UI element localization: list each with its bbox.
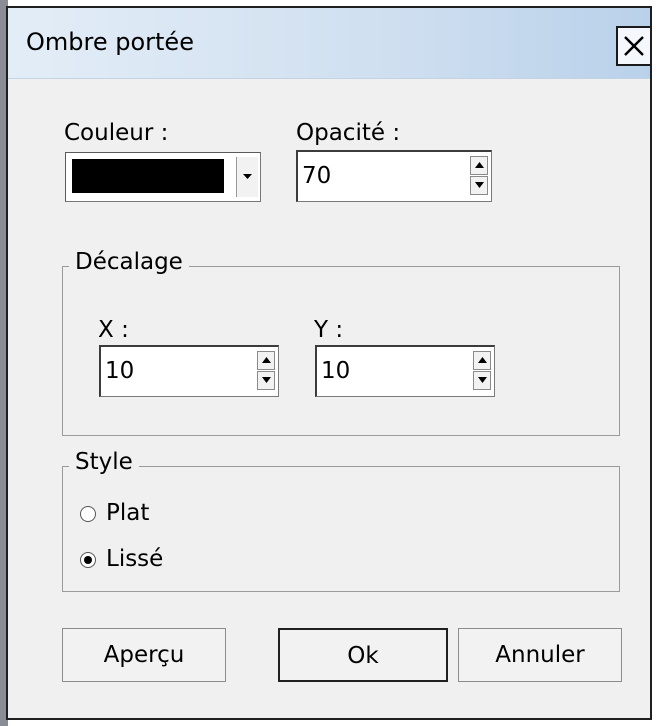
decalage-group: Décalage X : 10 Y : 10 — [62, 249, 620, 436]
y-increment-button[interactable] — [473, 351, 491, 370]
arrow-down-icon — [478, 377, 487, 383]
arrow-up-icon — [262, 357, 271, 363]
y-spinbox[interactable]: 10 — [315, 345, 495, 397]
x-value[interactable]: 10 — [105, 358, 134, 384]
opacite-spinbox[interactable]: 70 — [296, 150, 492, 202]
style-legend: Style — [69, 449, 139, 475]
annuler-button[interactable]: Annuler — [458, 628, 622, 682]
color-swatch — [72, 159, 224, 193]
dropdown-button[interactable] — [236, 157, 258, 197]
x-label: X : — [98, 317, 129, 343]
opacite-increment-button[interactable] — [470, 156, 488, 175]
window-title: Ombre portée — [26, 28, 194, 56]
x-spinbox[interactable]: 10 — [99, 345, 279, 397]
y-spin-buttons — [473, 351, 491, 391]
y-label: Y : — [314, 317, 344, 343]
close-button[interactable] — [616, 26, 650, 66]
couleur-label: Couleur : — [64, 120, 169, 146]
chevron-down-icon — [243, 174, 252, 179]
radio-lisse-label[interactable]: Lissé — [106, 546, 163, 572]
y-value[interactable]: 10 — [321, 358, 350, 384]
title-bar[interactable]: Ombre portée — [8, 8, 650, 79]
ok-button[interactable]: Ok — [278, 628, 448, 682]
close-icon — [624, 36, 644, 56]
y-decrement-button[interactable] — [473, 371, 491, 390]
radio-plat-circle[interactable] — [80, 506, 96, 522]
arrow-down-icon — [475, 182, 484, 188]
radio-lisse-circle[interactable] — [80, 552, 96, 568]
x-spin-buttons — [257, 351, 275, 391]
style-group: Style — [62, 449, 620, 592]
apercu-button[interactable]: Aperçu — [62, 628, 226, 682]
decalage-legend: Décalage — [69, 249, 189, 275]
arrow-up-icon — [478, 357, 487, 363]
opacite-label: Opacité : — [296, 120, 401, 146]
opacite-decrement-button[interactable] — [470, 176, 488, 195]
x-increment-button[interactable] — [257, 351, 275, 370]
radio-selected-dot — [84, 556, 92, 564]
opacite-spin-buttons — [470, 156, 488, 196]
arrow-down-icon — [262, 377, 271, 383]
dialog-ombre-portee: Ombre portée Couleur : Opacité : 70 Déca… — [6, 6, 652, 720]
x-decrement-button[interactable] — [257, 371, 275, 390]
radio-plat-label[interactable]: Plat — [106, 500, 149, 526]
opacite-value[interactable]: 70 — [302, 163, 331, 189]
color-dropdown[interactable] — [65, 152, 261, 202]
arrow-up-icon — [475, 162, 484, 168]
